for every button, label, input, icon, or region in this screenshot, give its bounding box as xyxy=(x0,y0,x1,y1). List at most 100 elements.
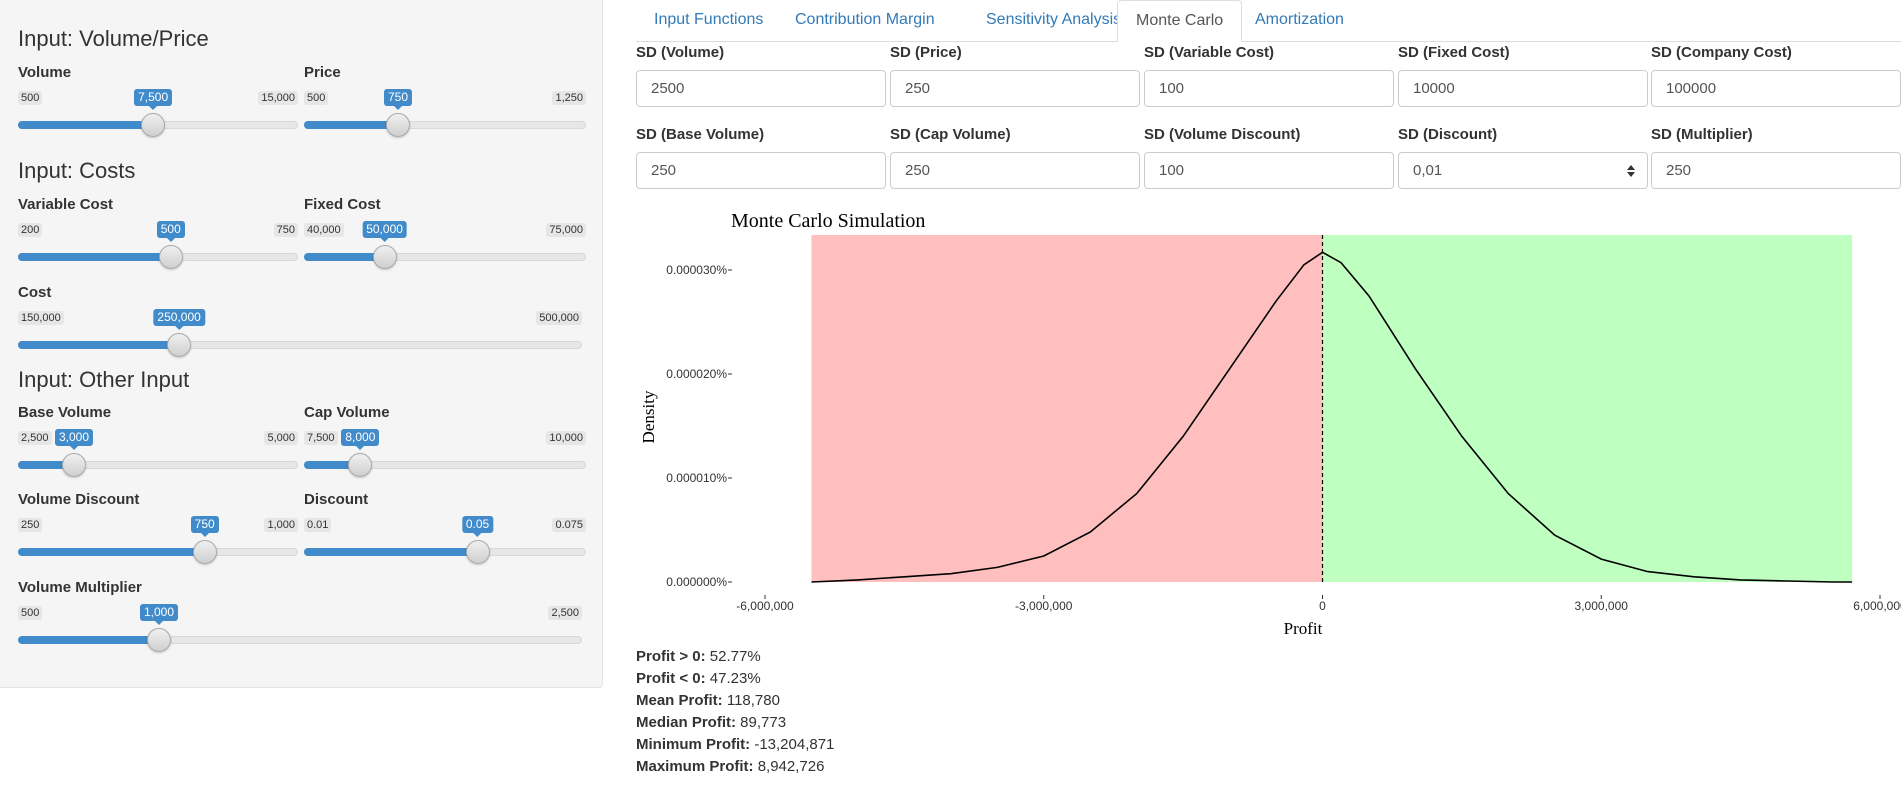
y-tick-label: 0.000010% xyxy=(666,471,727,485)
sd-cap-volume-input[interactable]: 250 xyxy=(890,152,1140,189)
x-tick-label: 0 xyxy=(1319,599,1326,613)
sd-multiplier-input[interactable]: 250 xyxy=(1651,152,1901,189)
loss-region xyxy=(811,235,1323,582)
sd-volume-discount-input[interactable]: 100 xyxy=(1144,152,1394,189)
slider-handle[interactable] xyxy=(141,113,166,137)
slider-volume-multiplier[interactable]: Volume Multiplier 500 2,500 1,000 xyxy=(18,579,582,652)
field-sd-cap-volume: SD (Cap Volume) 250 xyxy=(890,126,1140,189)
slider-label: Base Volume xyxy=(18,404,112,421)
field-sd-variable-cost: SD (Variable Cost) 100 xyxy=(1144,44,1394,107)
slider-handle[interactable] xyxy=(167,333,192,357)
stat-median-profit: Median Profit: 89,773 xyxy=(636,714,787,731)
section-title-volume-price: Input: Volume/Price xyxy=(18,26,209,51)
slider-handle[interactable] xyxy=(348,453,373,477)
slider-min-label: 250 xyxy=(18,518,43,532)
slider-discount[interactable]: Discount 0.01 0.075 0.05 xyxy=(304,491,586,564)
slider-handle[interactable] xyxy=(147,628,171,652)
slider-price[interactable]: Price 500 1,250 750 xyxy=(304,64,586,137)
slider-value-badge: 7,500 xyxy=(134,89,173,110)
input-sidebar: Input: Volume/Price Input: Costs Input: … xyxy=(0,0,603,688)
x-tick-label: -6,000,000 xyxy=(736,599,794,613)
stat-profit-negative: Profit < 0: 47.23% xyxy=(636,670,761,687)
field-sd-company-cost: SD (Company Cost) 100000 xyxy=(1651,44,1901,107)
stat-maximum-profit: Maximum Profit: 8,942,726 xyxy=(636,758,825,775)
field-sd-multiplier: SD (Multiplier) 250 xyxy=(1651,126,1901,189)
field-label: SD (Variable Cost) xyxy=(1144,44,1275,61)
slider-min-label: 7,500 xyxy=(304,431,338,445)
slider-fill xyxy=(304,548,478,556)
slider-handle[interactable] xyxy=(465,540,490,564)
slider-label: Volume xyxy=(18,64,72,81)
tab-sensitivity-analysis[interactable]: Sensitivity Analysis xyxy=(968,0,1139,42)
stat-minimum-profit: Minimum Profit: -13,204,871 xyxy=(636,736,835,753)
sd-price-input[interactable]: 250 xyxy=(890,70,1140,107)
slider-handle[interactable] xyxy=(158,245,183,269)
slider-max-label: 2,500 xyxy=(548,606,582,620)
slider-label: Volume Multiplier xyxy=(18,579,142,596)
chart-title: Monte Carlo Simulation xyxy=(731,210,925,232)
tab-bar: Input Functions Contribution Margin Sens… xyxy=(636,0,1901,42)
field-sd-price: SD (Price) 250 xyxy=(890,44,1140,107)
slider-handle[interactable] xyxy=(385,113,410,137)
slider-value-badge: 500 xyxy=(156,221,185,242)
sd-discount-value: 0,01 xyxy=(1413,162,1443,179)
slider-handle[interactable] xyxy=(372,245,397,269)
profit-region xyxy=(1322,235,1853,582)
slider-fill xyxy=(304,121,398,129)
slider-fill xyxy=(18,121,154,129)
stat-profit-positive: Profit > 0: 52.77% xyxy=(636,648,761,665)
slider-base-volume[interactable]: Base Volume 2,500 5,000 3,000 xyxy=(18,404,298,477)
stat-mean-profit: Mean Profit: 118,780 xyxy=(636,692,780,709)
y-tick-label: 0.000020% xyxy=(666,367,727,381)
y-axis-label: Density xyxy=(639,390,658,443)
slider-label: Variable Cost xyxy=(18,196,114,213)
slider-cap-volume[interactable]: Cap Volume 7,500 10,000 8,000 xyxy=(304,404,586,477)
slider-value-badge: 0.05 xyxy=(461,516,494,537)
slider-max-label: 10,000 xyxy=(546,431,586,445)
field-label: SD (Volume) xyxy=(636,44,725,61)
section-title-other-input: Input: Other Input xyxy=(18,367,190,392)
slider-handle[interactable] xyxy=(62,453,86,477)
field-label: SD (Discount) xyxy=(1398,126,1498,143)
field-label: SD (Price) xyxy=(890,44,962,61)
x-tick-label: 6,000,000 xyxy=(1853,599,1901,613)
tab-amortization[interactable]: Amortization xyxy=(1237,0,1362,42)
field-label: SD (Cap Volume) xyxy=(890,126,1011,143)
tab-contribution-margin[interactable]: Contribution Margin xyxy=(777,0,953,42)
slider-fixed-cost[interactable]: Fixed Cost 40,000 75,000 50,000 xyxy=(304,196,586,269)
sd-company-cost-input[interactable]: 100000 xyxy=(1651,70,1901,107)
slider-max-label: 0.075 xyxy=(552,518,586,532)
sd-fixed-cost-input[interactable]: 10000 xyxy=(1398,70,1648,107)
y-tick-label: 0.000000% xyxy=(666,575,727,589)
field-sd-fixed-cost: SD (Fixed Cost) 10000 xyxy=(1398,44,1648,107)
sd-discount-input[interactable]: 0,01 xyxy=(1398,152,1648,189)
sd-variable-cost-input[interactable]: 100 xyxy=(1144,70,1394,107)
slider-value-badge: 750 xyxy=(190,516,219,537)
slider-volume-discount[interactable]: Volume Discount 250 1,000 750 xyxy=(18,491,298,564)
slider-min-label: 2,500 xyxy=(18,431,52,445)
tab-monte-carlo[interactable]: Monte Carlo xyxy=(1117,0,1243,42)
sd-volume-input[interactable]: 2500 xyxy=(636,70,886,107)
field-label: SD (Company Cost) xyxy=(1651,44,1792,61)
slider-variable-cost[interactable]: Variable Cost 200 750 500 xyxy=(18,196,298,269)
simulation-stats: Profit > 0: 52.77% Profit < 0: 47.23% Me… xyxy=(636,646,834,778)
slider-handle[interactable] xyxy=(192,540,217,564)
section-title-costs: Input: Costs xyxy=(18,158,136,183)
tab-input-functions[interactable]: Input Functions xyxy=(636,0,781,42)
spinner-icon[interactable] xyxy=(1627,163,1635,179)
slider-fill xyxy=(18,341,180,349)
slider-min-label: 150,000 xyxy=(18,311,64,325)
slider-value-badge: 1,000 xyxy=(139,604,179,625)
slider-max-label: 75,000 xyxy=(546,223,586,237)
x-tick-label: 3,000,000 xyxy=(1575,599,1629,613)
slider-fill xyxy=(18,636,159,644)
sd-base-volume-input[interactable]: 250 xyxy=(636,152,886,189)
slider-label: Fixed Cost xyxy=(304,196,381,213)
slider-max-label: 1,000 xyxy=(264,518,298,532)
slider-cost[interactable]: Cost 150,000 500,000 250,000 xyxy=(18,284,582,357)
x-tick-label: -3,000,000 xyxy=(1015,599,1073,613)
slider-label: Discount xyxy=(304,491,369,508)
slider-value-badge: 250,000 xyxy=(153,309,205,330)
slider-min-label: 200 xyxy=(18,223,43,237)
slider-volume[interactable]: Volume 500 15,000 7,500 xyxy=(18,64,298,137)
